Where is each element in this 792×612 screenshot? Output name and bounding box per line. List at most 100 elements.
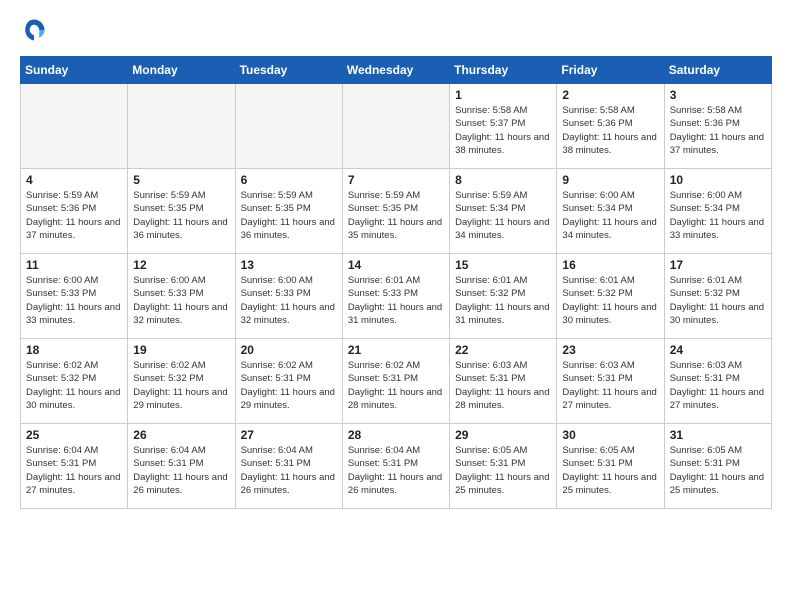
week-row-4: 18 Sunrise: 6:02 AM Sunset: 5:32 PM Dayli… bbox=[21, 339, 772, 424]
day-number: 4 bbox=[26, 173, 122, 187]
header-cell-thursday: Thursday bbox=[450, 57, 557, 84]
day-number: 14 bbox=[348, 258, 444, 272]
day-number: 8 bbox=[455, 173, 551, 187]
day-number: 18 bbox=[26, 343, 122, 357]
calendar-cell: 21 Sunrise: 6:02 AM Sunset: 5:31 PM Dayli… bbox=[342, 339, 449, 424]
day-detail: Sunrise: 6:05 AM Sunset: 5:31 PM Dayligh… bbox=[670, 444, 766, 497]
day-number: 6 bbox=[241, 173, 337, 187]
day-detail: Sunrise: 6:03 AM Sunset: 5:31 PM Dayligh… bbox=[455, 359, 551, 412]
day-number: 2 bbox=[562, 88, 658, 102]
day-number: 21 bbox=[348, 343, 444, 357]
calendar-cell: 11Sunrise: 6:00 AM Sunset: 5:33 PM Dayli… bbox=[21, 254, 128, 339]
day-number: 20 bbox=[241, 343, 337, 357]
week-row-1: 1Sunrise: 5:58 AM Sunset: 5:37 PM Daylig… bbox=[21, 84, 772, 169]
day-detail: Sunrise: 6:00 AM Sunset: 5:33 PM Dayligh… bbox=[241, 274, 337, 327]
header-cell-tuesday: Tuesday bbox=[235, 57, 342, 84]
day-number: 25 bbox=[26, 428, 122, 442]
day-detail: Sunrise: 5:59 AM Sunset: 5:34 PM Dayligh… bbox=[455, 189, 551, 242]
header-cell-wednesday: Wednesday bbox=[342, 57, 449, 84]
day-detail: Sunrise: 5:59 AM Sunset: 5:35 PM Dayligh… bbox=[133, 189, 229, 242]
calendar-cell: 10 Sunrise: 6:00 AM Sunset: 5:34 PM Dayli… bbox=[664, 169, 771, 254]
calendar-cell: 3 Sunrise: 5:58 AM Sunset: 5:36 PM Daylig… bbox=[664, 84, 771, 169]
day-detail: Sunrise: 6:04 AM Sunset: 5:31 PM Dayligh… bbox=[348, 444, 444, 497]
calendar-table: SundayMondayTuesdayWednesdayThursdayFrid… bbox=[20, 56, 772, 509]
calendar-cell: 22Sunrise: 6:03 AM Sunset: 5:31 PM Dayli… bbox=[450, 339, 557, 424]
day-detail: Sunrise: 6:04 AM Sunset: 5:31 PM Dayligh… bbox=[133, 444, 229, 497]
week-row-2: 4 Sunrise: 5:59 AM Sunset: 5:36 PM Daylig… bbox=[21, 169, 772, 254]
day-number: 16 bbox=[562, 258, 658, 272]
calendar-cell: 18 Sunrise: 6:02 AM Sunset: 5:32 PM Dayli… bbox=[21, 339, 128, 424]
calendar-cell: 24 Sunrise: 6:03 AM Sunset: 5:31 PM Dayli… bbox=[664, 339, 771, 424]
day-detail: Sunrise: 6:00 AM Sunset: 5:34 PM Dayligh… bbox=[562, 189, 658, 242]
day-detail: Sunrise: 5:59 AM Sunset: 5:35 PM Dayligh… bbox=[348, 189, 444, 242]
day-number: 29 bbox=[455, 428, 551, 442]
calendar-cell: 7 Sunrise: 5:59 AM Sunset: 5:35 PM Daylig… bbox=[342, 169, 449, 254]
day-detail: Sunrise: 6:00 AM Sunset: 5:34 PM Dayligh… bbox=[670, 189, 766, 242]
calendar-cell: 30 Sunrise: 6:05 AM Sunset: 5:31 PM Dayli… bbox=[557, 424, 664, 509]
calendar-cell bbox=[128, 84, 235, 169]
header bbox=[20, 16, 772, 44]
day-number: 3 bbox=[670, 88, 766, 102]
calendar-cell: 17Sunrise: 6:01 AM Sunset: 5:32 PM Dayli… bbox=[664, 254, 771, 339]
day-detail: Sunrise: 6:02 AM Sunset: 5:32 PM Dayligh… bbox=[133, 359, 229, 412]
calendar-cell: 29 Sunrise: 6:05 AM Sunset: 5:31 PM Dayli… bbox=[450, 424, 557, 509]
logo bbox=[20, 16, 52, 44]
day-number: 23 bbox=[562, 343, 658, 357]
day-number: 13 bbox=[241, 258, 337, 272]
day-detail: Sunrise: 5:58 AM Sunset: 5:36 PM Dayligh… bbox=[562, 104, 658, 157]
week-row-5: 25 Sunrise: 6:04 AM Sunset: 5:31 PM Dayli… bbox=[21, 424, 772, 509]
day-detail: Sunrise: 6:00 AM Sunset: 5:33 PM Dayligh… bbox=[133, 274, 229, 327]
calendar-cell bbox=[342, 84, 449, 169]
day-detail: Sunrise: 6:01 AM Sunset: 5:33 PM Dayligh… bbox=[348, 274, 444, 327]
day-detail: Sunrise: 6:04 AM Sunset: 5:31 PM Dayligh… bbox=[241, 444, 337, 497]
logo-icon bbox=[20, 16, 48, 44]
day-number: 5 bbox=[133, 173, 229, 187]
calendar-cell: 25 Sunrise: 6:04 AM Sunset: 5:31 PM Dayli… bbox=[21, 424, 128, 509]
day-number: 28 bbox=[348, 428, 444, 442]
calendar-cell: 12Sunrise: 6:00 AM Sunset: 5:33 PM Dayli… bbox=[128, 254, 235, 339]
calendar-cell bbox=[235, 84, 342, 169]
day-number: 19 bbox=[133, 343, 229, 357]
day-detail: Sunrise: 5:59 AM Sunset: 5:35 PM Dayligh… bbox=[241, 189, 337, 242]
day-number: 30 bbox=[562, 428, 658, 442]
calendar-cell: 6 Sunrise: 5:59 AM Sunset: 5:35 PM Daylig… bbox=[235, 169, 342, 254]
header-cell-saturday: Saturday bbox=[664, 57, 771, 84]
header-cell-sunday: Sunday bbox=[21, 57, 128, 84]
calendar-cell: 9 Sunrise: 6:00 AM Sunset: 5:34 PM Daylig… bbox=[557, 169, 664, 254]
day-number: 31 bbox=[670, 428, 766, 442]
header-row: SundayMondayTuesdayWednesdayThursdayFrid… bbox=[21, 57, 772, 84]
calendar-cell: 20 Sunrise: 6:02 AM Sunset: 5:31 PM Dayli… bbox=[235, 339, 342, 424]
calendar-cell: 5 Sunrise: 5:59 AM Sunset: 5:35 PM Daylig… bbox=[128, 169, 235, 254]
day-number: 9 bbox=[562, 173, 658, 187]
day-number: 10 bbox=[670, 173, 766, 187]
day-detail: Sunrise: 6:02 AM Sunset: 5:32 PM Dayligh… bbox=[26, 359, 122, 412]
calendar-cell: 31 Sunrise: 6:05 AM Sunset: 5:31 PM Dayli… bbox=[664, 424, 771, 509]
day-number: 27 bbox=[241, 428, 337, 442]
calendar-cell: 13 Sunrise: 6:00 AM Sunset: 5:33 PM Dayli… bbox=[235, 254, 342, 339]
calendar-cell: 19 Sunrise: 6:02 AM Sunset: 5:32 PM Dayli… bbox=[128, 339, 235, 424]
day-number: 7 bbox=[348, 173, 444, 187]
day-detail: Sunrise: 6:05 AM Sunset: 5:31 PM Dayligh… bbox=[455, 444, 551, 497]
header-cell-monday: Monday bbox=[128, 57, 235, 84]
day-detail: Sunrise: 6:05 AM Sunset: 5:31 PM Dayligh… bbox=[562, 444, 658, 497]
day-detail: Sunrise: 6:03 AM Sunset: 5:31 PM Dayligh… bbox=[670, 359, 766, 412]
day-number: 26 bbox=[133, 428, 229, 442]
day-number: 17 bbox=[670, 258, 766, 272]
calendar-cell: 4 Sunrise: 5:59 AM Sunset: 5:36 PM Daylig… bbox=[21, 169, 128, 254]
calendar-cell: 8 Sunrise: 5:59 AM Sunset: 5:34 PM Daylig… bbox=[450, 169, 557, 254]
day-detail: Sunrise: 5:58 AM Sunset: 5:37 PM Dayligh… bbox=[455, 104, 551, 157]
page: SundayMondayTuesdayWednesdayThursdayFrid… bbox=[0, 0, 792, 525]
calendar-cell bbox=[21, 84, 128, 169]
calendar-cell: 1Sunrise: 5:58 AM Sunset: 5:37 PM Daylig… bbox=[450, 84, 557, 169]
day-detail: Sunrise: 5:58 AM Sunset: 5:36 PM Dayligh… bbox=[670, 104, 766, 157]
day-detail: Sunrise: 6:01 AM Sunset: 5:32 PM Dayligh… bbox=[455, 274, 551, 327]
calendar-cell: 15 Sunrise: 6:01 AM Sunset: 5:32 PM Dayli… bbox=[450, 254, 557, 339]
day-number: 15 bbox=[455, 258, 551, 272]
header-cell-friday: Friday bbox=[557, 57, 664, 84]
day-detail: Sunrise: 6:02 AM Sunset: 5:31 PM Dayligh… bbox=[241, 359, 337, 412]
day-number: 24 bbox=[670, 343, 766, 357]
day-detail: Sunrise: 6:02 AM Sunset: 5:31 PM Dayligh… bbox=[348, 359, 444, 412]
day-detail: Sunrise: 6:04 AM Sunset: 5:31 PM Dayligh… bbox=[26, 444, 122, 497]
day-detail: Sunrise: 5:59 AM Sunset: 5:36 PM Dayligh… bbox=[26, 189, 122, 242]
day-detail: Sunrise: 6:03 AM Sunset: 5:31 PM Dayligh… bbox=[562, 359, 658, 412]
